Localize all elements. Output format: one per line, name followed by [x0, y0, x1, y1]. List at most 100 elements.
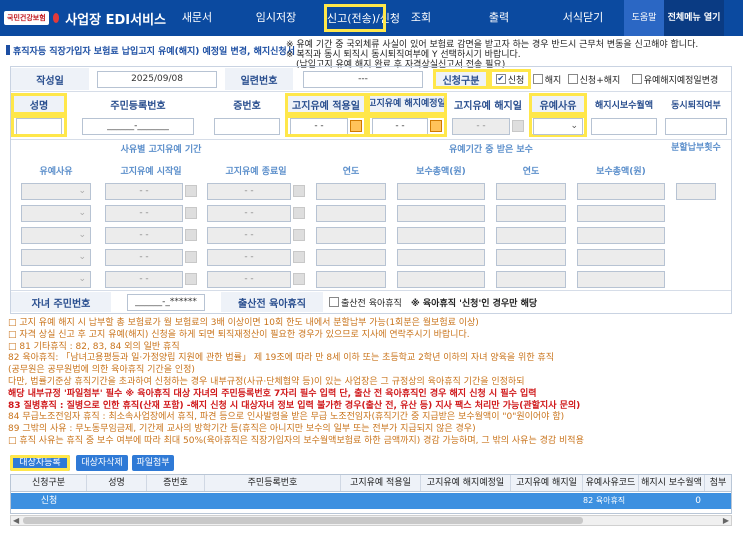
- menu-temp-save[interactable]: 임시저장: [228, 0, 324, 36]
- calendar-icon: [185, 251, 197, 263]
- apply-type-change-date[interactable]: 유예해지예정일변경: [625, 68, 725, 90]
- pay-total1-input: [397, 226, 485, 244]
- apply-date-column-header: 고지유예 적용일: [285, 93, 367, 115]
- all-menu-button[interactable]: 전체메뉴 열기: [664, 0, 724, 36]
- pay-year1-input: [316, 248, 386, 266]
- menu-new-document[interactable]: 새문서: [166, 0, 228, 36]
- note-line: □ 휴직 사유는 휴직 중 보수 여부에 따라 최대 50%(육아휴직은 직장가…: [8, 435, 584, 446]
- reason-select[interactable]: ⌄: [533, 117, 583, 135]
- cert-column-header: 증번호: [233, 100, 261, 112]
- serial-field[interactable]: ---: [303, 70, 423, 88]
- prenatal-checkbox[interactable]: 출산전 육아휴직: [323, 292, 411, 312]
- prenatal-note: ※ 육아휴직 '신청'인 경우만 해당: [411, 298, 538, 309]
- calendar-icon[interactable]: [350, 120, 362, 132]
- pay-total2-input: [577, 182, 665, 200]
- menu-print[interactable]: 출력: [456, 0, 542, 36]
- help-button[interactable]: 도움말: [624, 0, 664, 36]
- retire-column-header: 동시퇴직여부: [671, 100, 721, 111]
- note-line: 84 무급노조전임자 휴직 : 최소속사업장에서 휴직, 파견 등으로 인사발령…: [8, 412, 565, 423]
- cell-rrn: [205, 493, 341, 509]
- target-list-table: 신청구분 성명 증번호 주민등록번호 고지유예 적용일 고지유예 해지예정일 고…: [10, 474, 732, 514]
- period-reason-select: ⌄: [21, 204, 91, 222]
- rrn-input[interactable]: ______-_______: [82, 117, 194, 135]
- pay-year2-input: [496, 204, 566, 222]
- child-rrn-input[interactable]: ______-_******: [127, 293, 205, 311]
- cell-planned-end: [421, 493, 511, 509]
- period-start-input: - -: [105, 270, 183, 288]
- cell-cert: [147, 493, 205, 509]
- period-end-input: - -: [207, 182, 291, 200]
- scroll-right-icon[interactable]: ▶: [723, 516, 729, 525]
- pay-year2-input: [496, 270, 566, 288]
- chevron-down-icon: ⌄: [78, 251, 86, 262]
- cell-pay-at-end: 0: [695, 496, 701, 506]
- sub-start-header: 고지유예 시작일: [120, 166, 182, 177]
- guidance-notes: □ 고지 유예 해지 시 납부할 총 보험료가 월 보험료의 3배 이상이면 1…: [8, 318, 736, 448]
- apply-type-apply-cancel[interactable]: 신청+해지: [563, 68, 625, 90]
- scrollbar-thumb[interactable]: [23, 517, 583, 524]
- pay-year2-input: [496, 182, 566, 200]
- calendar-icon: [293, 207, 305, 219]
- apply-type-apply[interactable]: ✔ 신청: [489, 69, 531, 89]
- table-header: 신청구분 성명 증번호 주민등록번호 고지유예 적용일 고지유예 해지예정일 고…: [11, 475, 731, 492]
- table-row[interactable]: 신청 82 육아휴직 0: [11, 493, 731, 509]
- menu-submit-apply[interactable]: 신고(전송)/신청: [324, 4, 400, 32]
- menu-close-form[interactable]: 서식닫기: [542, 0, 624, 36]
- cert-input[interactable]: [214, 117, 280, 135]
- reason-column-header: 유예사유: [529, 93, 587, 115]
- note-line: □ 81 기타휴직 : 82, 83, 84 외의 일반 휴직: [8, 341, 180, 352]
- period-row: ⌄ - - - -: [11, 181, 731, 201]
- delete-target-button[interactable]: 대상자삭제: [76, 455, 128, 471]
- th-end-date: 고지유예 해지일: [511, 475, 583, 491]
- pay-year1-input: [316, 204, 386, 222]
- th-cert: 증번호: [147, 475, 205, 491]
- calendar-icon: [185, 207, 197, 219]
- register-target-button[interactable]: 대상자등록: [10, 455, 70, 471]
- name-input[interactable]: [16, 117, 62, 135]
- form-input-row: ______-_______ - - - - - - ⌄: [11, 115, 731, 137]
- th-name: 성명: [87, 475, 147, 491]
- period-row: ⌄ - - - -: [11, 225, 731, 245]
- period-start-input: - -: [105, 226, 183, 244]
- calendar-icon[interactable]: [430, 120, 442, 132]
- pay-year1-input: [316, 270, 386, 288]
- installment-label: 분할납부횟수: [671, 143, 721, 153]
- period-row: ⌄ - - - -: [11, 247, 731, 267]
- sub-total2-header: 보수총액(원): [596, 166, 646, 177]
- calendar-icon: [293, 229, 305, 241]
- retire-input[interactable]: [665, 117, 727, 135]
- calendar-icon: [293, 251, 305, 263]
- horizontal-scrollbar[interactable]: ◀ ▶: [10, 515, 732, 526]
- application-form: 작성일 2025/09/08 일련번호 --- 신청구분 ✔ 신청 해지 신청+해…: [10, 66, 732, 314]
- th-reason-code: 유예사유코드: [583, 475, 639, 491]
- name-column-header: 성명: [11, 93, 67, 115]
- apply-type-cancel[interactable]: 해지: [531, 68, 563, 90]
- write-date-field[interactable]: 2025/09/08: [97, 70, 217, 88]
- nhis-logo: 국민건강보험: [4, 11, 49, 25]
- attach-file-button[interactable]: 파일첨부: [132, 455, 174, 471]
- note-line: 다만, 법률기준상 휴직기간을 초과하여 신청하는 경우 내부규정(사규·단체협…: [8, 376, 525, 387]
- checkbox-icon: [329, 297, 339, 307]
- planned-end-input[interactable]: - -: [372, 117, 428, 135]
- period-reason-select: ⌄: [21, 182, 91, 200]
- period-end-input: - -: [207, 204, 291, 222]
- period-start-input: - -: [105, 182, 183, 200]
- checkbox-icon: [532, 74, 543, 84]
- checkbox-icon: [567, 74, 578, 84]
- logo-mark-icon: [52, 13, 60, 23]
- th-apply-type: 신청구분: [11, 475, 87, 491]
- pay-at-end-input[interactable]: [591, 117, 657, 135]
- pay-total2-input: [577, 204, 665, 222]
- th-planned-end: 고지유예 해지예정일: [421, 475, 511, 491]
- pay-total2-input: [577, 248, 665, 266]
- menu-search[interactable]: 조회: [386, 0, 456, 36]
- section-sub-header-row: 유예사유 고지유예 시작일 고지유예 종료일 연도 보수총액(원) 연도 보수총…: [11, 163, 731, 177]
- note-line: 89 그밖의 사유 : 무노동무임금제, 기간제 교사의 방학기간 등(휴직은 …: [8, 424, 476, 435]
- apply-date-input[interactable]: - -: [290, 117, 348, 135]
- sub-year1-header: 연도: [342, 166, 360, 177]
- pay-total1-input: [397, 182, 485, 200]
- cell-end-date: [511, 493, 583, 509]
- chevron-down-icon: ⌄: [78, 185, 86, 196]
- scroll-left-icon[interactable]: ◀: [13, 516, 19, 525]
- form-row-basic: 작성일 2025/09/08 일련번호 --- 신청구분 ✔ 신청 해지 신청+해…: [11, 68, 731, 90]
